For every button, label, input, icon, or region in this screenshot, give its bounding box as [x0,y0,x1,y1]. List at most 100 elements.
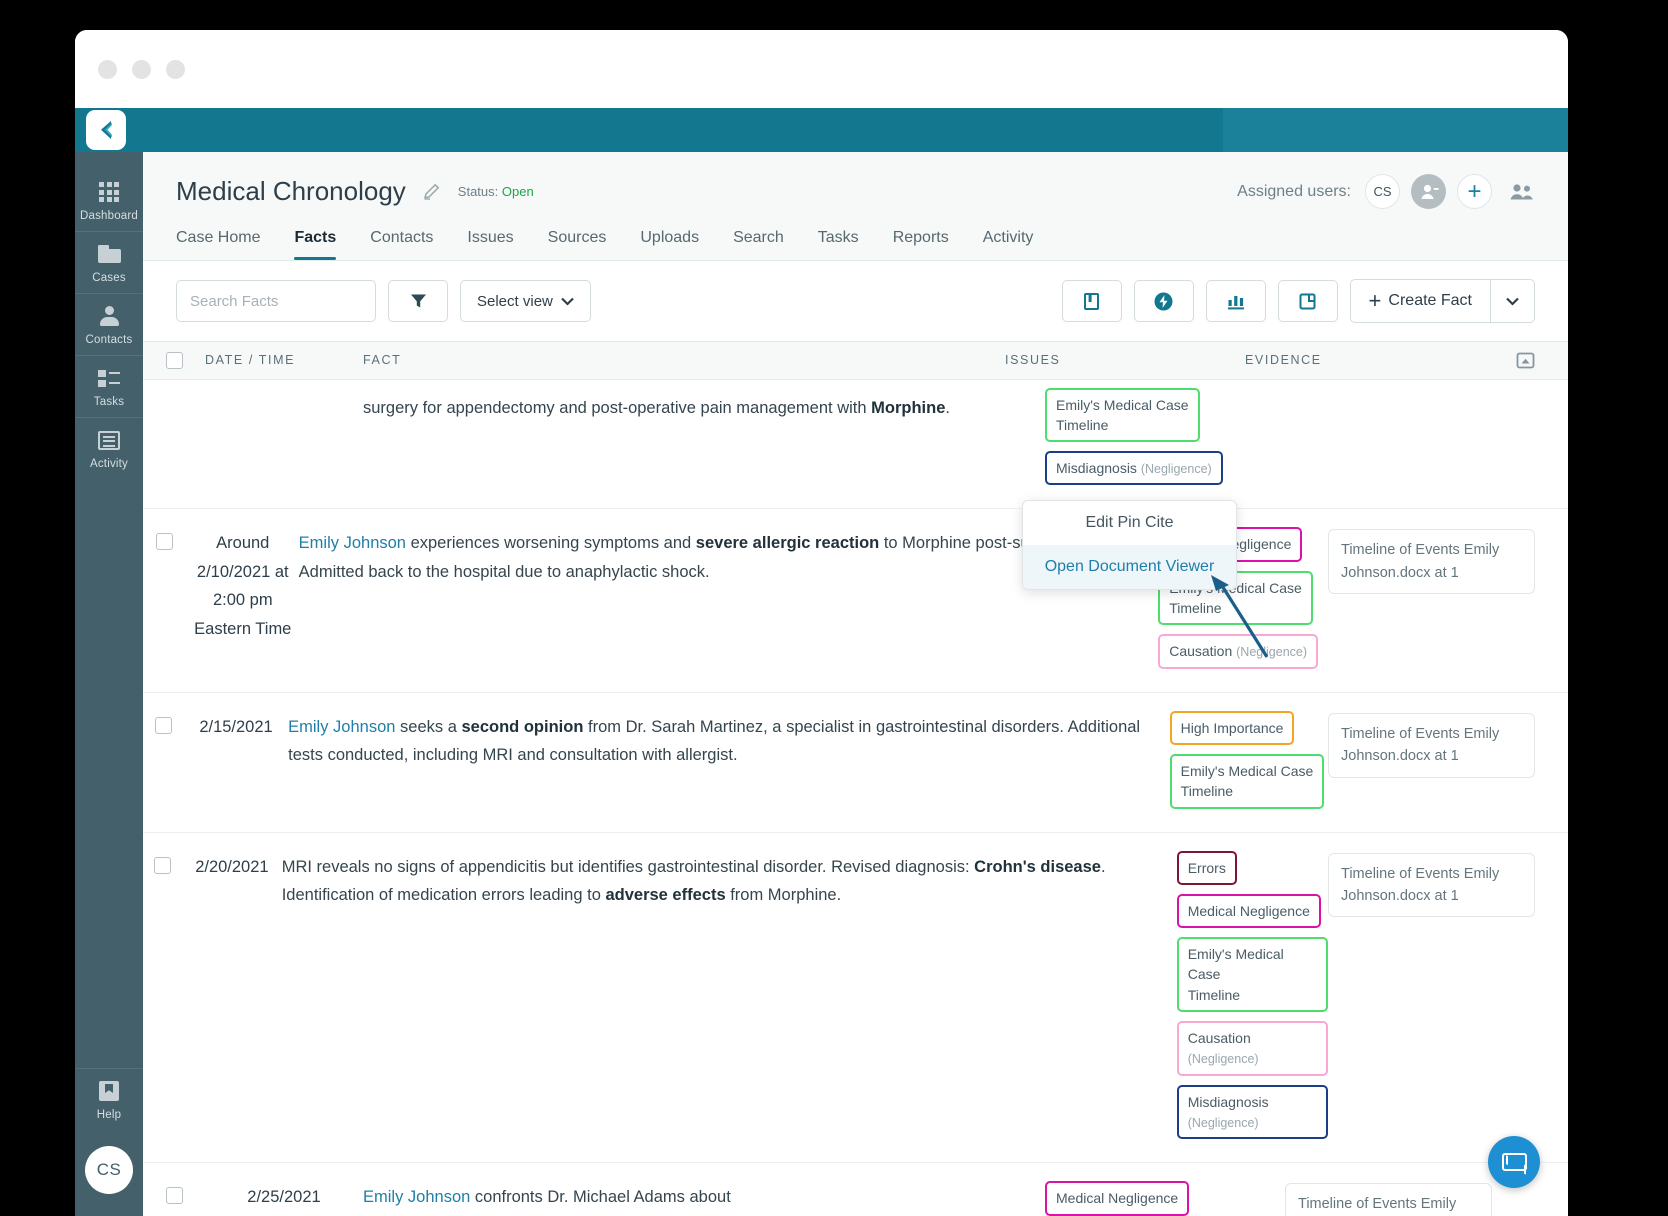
row-checkbox[interactable] [156,533,173,550]
chat-icon [1502,1153,1527,1171]
row-fact: MRI reveals no signs of appendicitis but… [282,833,1177,932]
issue-tag[interactable]: Causation (Negligence) [1158,634,1318,668]
sidebar-item-help[interactable]: Help [75,1068,143,1130]
select-all-checkbox[interactable] [166,352,183,369]
sidebar-item-dashboard[interactable]: Dashboard [75,170,143,231]
page-header: Medical Chronology Status: Open Assigned… [143,152,1568,261]
fact-entity-link[interactable]: Emily Johnson [363,1188,470,1206]
sidebar-item-label: Activity [90,458,128,470]
tab-facts[interactable]: Facts [294,229,336,260]
sidebar-item-cases[interactable]: Cases [75,231,143,293]
page-title: Medical Chronology [176,176,406,207]
row-checkbox[interactable] [166,1187,183,1204]
tab-case-home[interactable]: Case Home [176,229,260,260]
row-issues: Errors Medical Negligence Emily's Medica… [1177,833,1328,1163]
sidebar-user-avatar[interactable]: CS [85,1146,133,1194]
book-view-button[interactable] [1062,280,1122,322]
column-header-evidence[interactable]: EVIDENCE [1245,353,1495,367]
evidence-chip[interactable]: Timeline of Events Emily Johnson.docx at… [1328,713,1535,778]
issue-tag[interactable]: Errors [1177,851,1237,885]
sidebar-item-activity[interactable]: Activity [75,417,143,479]
table-row[interactable]: 2/20/2021 MRI reveals no signs of append… [143,833,1568,1164]
evidence-chip[interactable]: Timeline of Events Emily [1285,1183,1492,1216]
status-label: Status: Open [458,184,534,199]
tab-tasks[interactable]: Tasks [818,229,859,260]
tab-uploads[interactable]: Uploads [640,229,699,260]
select-view-dropdown[interactable]: Select view [460,280,591,322]
sidebar-item-label: Cases [92,272,126,284]
window-close-dot[interactable] [98,60,117,79]
create-fact-caret-button[interactable] [1490,280,1534,322]
fact-entity-link[interactable]: Emily Johnson [299,534,406,552]
issue-tag[interactable]: Medical Negligence [1177,894,1321,928]
columns-button[interactable] [1278,280,1338,322]
person-icon [97,304,121,328]
tab-activity[interactable]: Activity [983,229,1034,260]
issue-tag[interactable]: Causation (Negligence) [1177,1021,1328,1076]
row-checkbox[interactable] [155,717,172,734]
issue-tag[interactable]: Emily's Medical CaseTimeline [1045,388,1200,443]
create-fact-button[interactable]: + Create Fact [1351,280,1490,322]
create-fact-label: Create Fact [1388,292,1472,310]
table-row[interactable]: x surgery for appendectomy and post-oper… [143,380,1568,510]
evidence-chip[interactable]: Timeline of Events Emily Johnson.docx at… [1328,529,1535,594]
tab-issues[interactable]: Issues [467,229,513,260]
avatar[interactable]: CS [1365,174,1400,209]
app-logo[interactable] [86,110,126,150]
sidebar-item-contacts[interactable]: Contacts [75,293,143,355]
user-minus-icon[interactable] [1411,174,1446,209]
filter-button[interactable] [388,280,448,322]
expand-icon [1516,352,1535,369]
tab-sources[interactable]: Sources [548,229,607,260]
sidebar-item-tasks[interactable]: Tasks [75,355,143,417]
facts-toolbar: Select view [143,261,1568,341]
status-badge: Open [502,184,534,199]
row-issues: Emily's Medical CaseTimeline Misdiagnosi… [1045,380,1285,509]
chat-launcher-button[interactable] [1488,1136,1540,1188]
table-row[interactable]: Around 2/10/2021 at 2:00 pm Eastern Time… [143,509,1568,692]
chevron-down-icon [1506,297,1519,306]
bolt-circle-icon [1153,291,1174,312]
menu-item-edit-pin-cite[interactable]: Edit Pin Cite [1023,501,1236,545]
create-fact-group: + Create Fact [1350,279,1535,323]
toolbar-right-group: + Create Fact [1062,279,1535,323]
menu-item-open-document-viewer[interactable]: Open Document Viewer [1023,545,1236,589]
fact-entity-link[interactable]: Emily Johnson [288,718,395,736]
issue-tag[interactable]: Emily's Medical CaseTimeline [1177,937,1328,1012]
window-maximize-dot[interactable] [166,60,185,79]
issue-tag[interactable]: Medical Negligence [1045,1181,1189,1215]
analytics-button[interactable] [1206,280,1266,322]
column-header-issues[interactable]: ISSUES [1005,353,1245,367]
app-bar-search-area[interactable] [1223,108,1568,152]
evidence-chip[interactable]: Timeline of Events Emily Johnson.docx at… [1328,853,1535,918]
tab-contacts[interactable]: Contacts [370,229,433,260]
issue-tag[interactable]: Misdiagnosis (Negligence) [1177,1085,1328,1140]
table-row[interactable]: 2/25/2021 Emily Johnson confronts Dr. Mi… [143,1163,1568,1216]
main-panel: Medical Chronology Status: Open Assigned… [143,152,1568,1216]
window-minimize-dot[interactable] [132,60,151,79]
people-icon[interactable] [1503,174,1538,209]
funnel-icon [410,293,427,309]
tab-reports[interactable]: Reports [893,229,949,260]
search-input[interactable] [176,280,376,322]
expand-table-button[interactable] [1495,352,1535,369]
table-row[interactable]: 2/15/2021 Emily Johnson seeks a second o… [143,693,1568,833]
status-label-text: Status: [458,184,498,199]
insights-button[interactable] [1134,280,1194,322]
sidebar-item-label: Dashboard [80,210,138,222]
issue-tag[interactable]: Emily's Medical CaseTimeline [1170,754,1325,809]
row-evidence: Timeline of Events Emily Johnson.docx at… [1328,693,1535,801]
issue-tag[interactable]: High Importance [1170,711,1295,745]
issue-tag[interactable]: Misdiagnosis (Negligence) [1045,451,1223,485]
select-view-label: Select view [477,293,553,310]
columns-icon [1298,292,1317,311]
book-icon [1082,292,1101,311]
tab-search[interactable]: Search [733,229,784,260]
column-header-date[interactable]: DATE / TIME [205,353,363,367]
sidebar-item-label: Contacts [86,334,133,346]
column-header-fact[interactable]: FACT [363,353,1005,367]
row-checkbox[interactable] [154,857,171,874]
pencil-icon[interactable] [422,182,441,201]
add-user-button[interactable]: + [1457,174,1492,209]
left-sidebar: Dashboard Cases Contacts [75,152,143,1216]
